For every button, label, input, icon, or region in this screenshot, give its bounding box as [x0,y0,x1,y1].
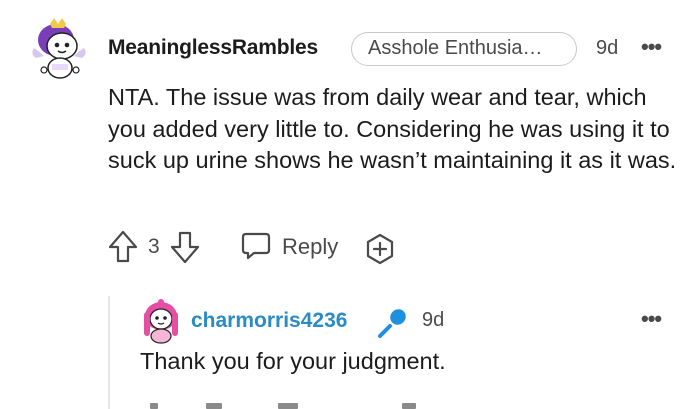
award-button[interactable] [363,232,397,266]
snoo-avatar-icon [32,18,86,79]
comment-author[interactable]: MeaninglessRambles [108,36,318,60]
snoo-avatar-icon [144,299,178,344]
comment-timestamp: 9d [422,309,445,331]
downvote-button[interactable] [206,403,222,409]
comment-action-bar-cropped [140,403,440,409]
downvote-arrow-icon [170,231,200,264]
microphone-icon [374,304,410,340]
upvote-button[interactable] [108,230,138,264]
award-plus-icon [366,233,394,265]
thread-line[interactable] [108,296,110,409]
downvote-button[interactable] [170,230,200,264]
comment-timestamp: 9d [596,37,619,59]
upvote-button[interactable] [150,403,158,409]
reply-button[interactable]: Reply [240,230,350,266]
comment-thread: MeaninglessRambles Asshole Enthusia… 9d … [0,0,700,409]
chat-bubble-icon [241,232,271,260]
more-options-button[interactable]: ••• [641,34,662,60]
user-flair: Asshole Enthusia… [351,32,577,66]
comment-body: Thank you for your judgment. [140,348,446,374]
more-options-button[interactable]: ••• [641,306,662,332]
user-avatar[interactable] [140,298,182,344]
award-button[interactable] [402,403,416,409]
user-avatar[interactable] [30,18,88,80]
comment-action-bar: 3 Reply [108,228,508,268]
reply-label: Reply [282,234,339,259]
upvote-arrow-icon [108,230,138,263]
comment-body: NTA. The issue was from daily wear and t… [108,84,677,173]
comment-author[interactable]: charmorris4236 [191,309,347,333]
reply-button[interactable] [278,403,298,409]
vote-score: 3 [148,235,160,258]
